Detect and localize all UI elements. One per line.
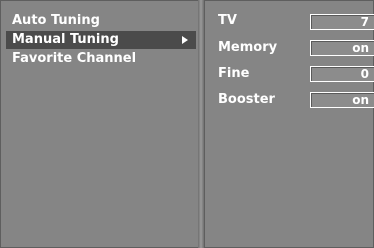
tuning-settings-panel bbox=[204, 0, 374, 248]
setting-label-booster: Booster bbox=[218, 92, 275, 107]
value-text: 7 bbox=[360, 15, 369, 29]
menu-item-label: Favorite Channel bbox=[12, 51, 137, 66]
value-text: on bbox=[352, 93, 369, 107]
memory-value[interactable]: on bbox=[310, 40, 374, 56]
setting-label-fine: Fine bbox=[218, 66, 250, 81]
setting-label-tv: TV bbox=[218, 13, 237, 28]
value-text: on bbox=[352, 41, 369, 55]
booster-value[interactable]: on bbox=[310, 92, 374, 108]
value-text: 0 bbox=[360, 67, 369, 81]
tv-channel-value[interactable]: 7 bbox=[310, 14, 374, 30]
menu-item-label: Auto Tuning bbox=[12, 13, 100, 28]
menu-item-auto-tuning[interactable]: Auto Tuning bbox=[6, 12, 100, 30]
right-triangle-icon bbox=[182, 36, 188, 44]
setting-label-memory: Memory bbox=[218, 40, 278, 55]
menu-item-favorite-channel[interactable]: Favorite Channel bbox=[6, 50, 136, 68]
fine-tuning-value[interactable]: 0 bbox=[310, 66, 374, 82]
menu-item-label: Manual Tuning bbox=[12, 32, 119, 47]
menu-item-manual-tuning[interactable]: Manual Tuning bbox=[6, 31, 196, 49]
